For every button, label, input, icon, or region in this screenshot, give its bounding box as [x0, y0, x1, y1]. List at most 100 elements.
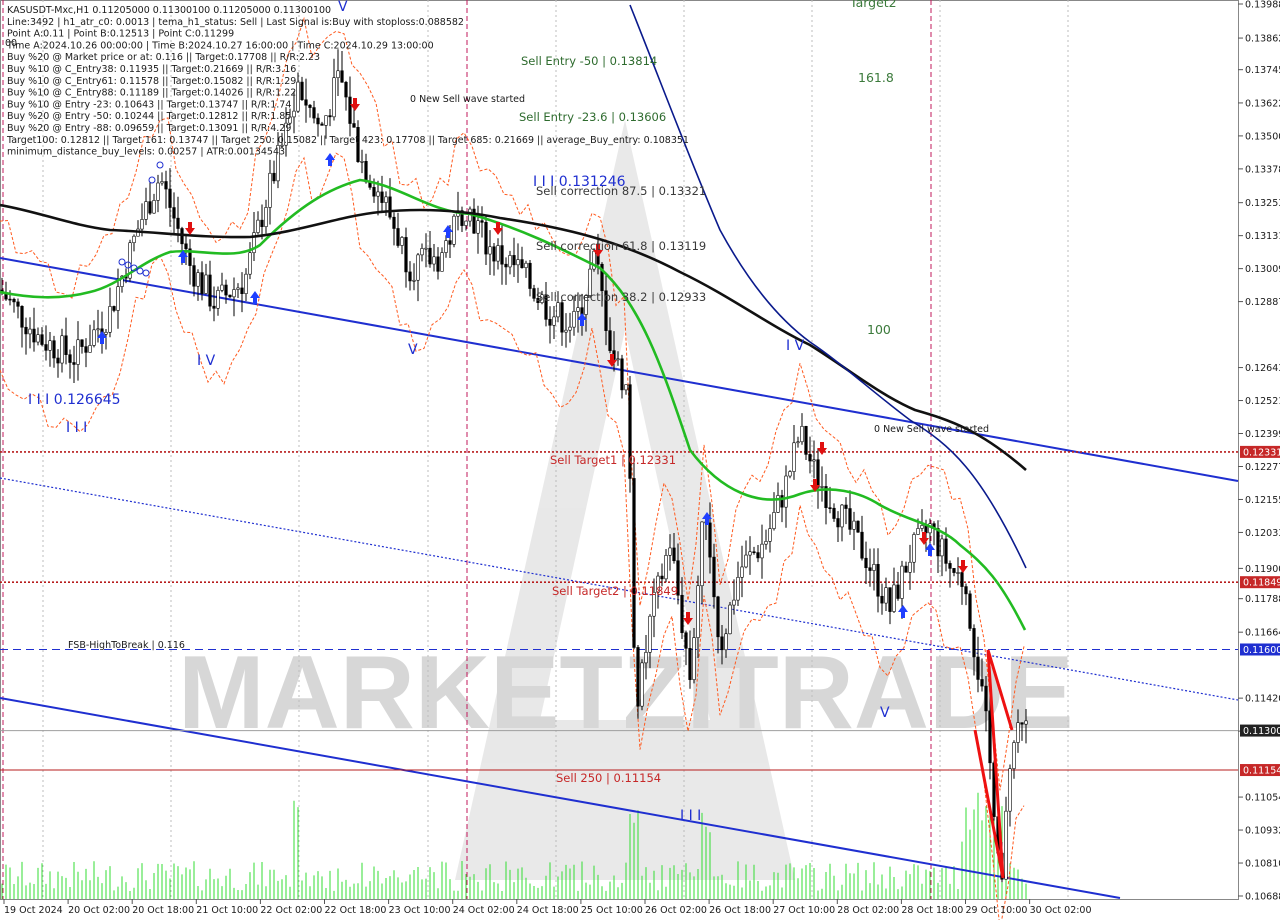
candle-body	[576, 307, 580, 312]
candle-body	[48, 340, 52, 351]
sell-target2-label: Sell Target2 | 0.11849	[552, 584, 678, 598]
info-line: Line:3492 | h1_atr_c0: 0.0013 | tema_h1_…	[7, 17, 464, 28]
fib-161-label: 161.8	[858, 70, 894, 85]
price-tick-label: 0.13009	[1245, 264, 1280, 275]
candle-body	[516, 259, 520, 266]
candle-body	[616, 358, 620, 361]
candle-body	[724, 633, 728, 651]
wave-iii-small-label: I I I	[66, 420, 87, 436]
time-tick-label: 26 Oct 18:00	[709, 905, 771, 916]
candle-body	[372, 187, 376, 197]
candle-body	[228, 294, 232, 298]
candle-body	[744, 554, 748, 568]
candle-body	[484, 222, 488, 255]
candle-body	[180, 228, 184, 245]
candle-body	[672, 547, 676, 562]
price-tick-label: 0.13131	[1245, 231, 1280, 242]
candle-body	[384, 196, 388, 203]
price-tick-label: 0.13500	[1245, 131, 1280, 142]
candle-body	[568, 326, 572, 331]
candle-body	[960, 572, 964, 587]
candle-body	[768, 528, 772, 542]
candle-body	[332, 77, 336, 118]
candle-body	[640, 662, 644, 707]
info-line: Buy %10 @ C_Entry61: 0.11578 || Target:0…	[7, 76, 296, 87]
candle-body	[236, 287, 240, 290]
candle-body	[444, 240, 448, 253]
candle-body	[336, 70, 340, 79]
info-line: minimum_distance_buy_levels: 0.00257 | A…	[7, 147, 285, 158]
candle-body	[512, 255, 516, 266]
candle-body	[900, 565, 904, 599]
candle-body	[320, 123, 324, 126]
candle-body	[272, 172, 276, 182]
candle-body	[56, 357, 60, 364]
candle-body	[548, 319, 552, 326]
candle-body	[1008, 768, 1012, 812]
new-sell-wave-label-1: 0 New Sell wave started	[410, 94, 525, 105]
candle-body	[76, 339, 80, 365]
candle-body	[816, 459, 820, 488]
candle-body	[204, 274, 208, 294]
candle-body	[684, 632, 688, 649]
candle-body	[524, 262, 528, 269]
candle-body	[864, 557, 868, 569]
candle-body	[96, 328, 100, 331]
time-tick-label: 21 Oct 10:00	[196, 905, 258, 916]
candle-body	[40, 334, 44, 345]
candle-body	[860, 531, 864, 559]
candle-body	[1024, 720, 1028, 725]
candle-body	[316, 117, 320, 125]
candle-body	[720, 636, 724, 651]
time-tick-label: 28 Oct 02:00	[837, 905, 899, 916]
candle-body	[968, 593, 972, 629]
price-tick-label: 0.11788	[1245, 594, 1280, 605]
candle-body	[800, 425, 804, 443]
candle-body	[820, 486, 824, 488]
candle-body	[732, 599, 736, 606]
wave-v-label-1: V	[408, 342, 418, 358]
new-sell-wave-label-2: 0 New Sell wave started	[874, 424, 989, 435]
sell-entry-50-label: Sell Entry -50 | 0.13814	[521, 54, 657, 68]
candle-body	[348, 96, 352, 124]
candle-body	[972, 628, 976, 658]
price-tick-label: 0.12643	[1245, 363, 1280, 374]
price-tick-label: 0.13988	[1245, 0, 1280, 11]
candle-body	[872, 564, 876, 571]
candle-body	[804, 425, 808, 455]
candle-body	[572, 311, 576, 328]
price-axis[interactable]: 0.13988 0.13862 0.13745 0.13622 0.13500 0.133…	[1238, 0, 1280, 903]
wave-iii-low-label: I I I 0.126645	[28, 392, 121, 408]
candle-body	[168, 188, 172, 208]
info-line: Point A:0.11 | Point B:0.12513 | Point C…	[7, 29, 234, 40]
candle-body	[396, 228, 400, 246]
sell-correction-618-label: Sell correction 61.8 | 0.13119	[536, 239, 706, 253]
candle-body	[392, 216, 396, 229]
candle-body	[884, 587, 888, 604]
candle-body	[728, 604, 732, 635]
candle-body	[412, 279, 416, 282]
candle-body	[556, 302, 560, 318]
price-tick-label: 0.13378	[1245, 164, 1280, 175]
candle-body	[668, 547, 672, 556]
price-tick-label: 0.13745	[1245, 65, 1280, 76]
candle-body	[1012, 742, 1016, 769]
candle-body	[260, 219, 264, 228]
candle-body	[68, 354, 72, 363]
price-chart[interactable]: MARKETZITRADE KASUSDT-Mxc,H1 0.11205000 …	[0, 0, 1280, 920]
candle-body	[680, 594, 684, 634]
time-tick-label: 26 Oct 02:00	[645, 905, 707, 916]
time-tick-label: 24 Oct 18:00	[517, 905, 579, 916]
candle-body	[72, 362, 76, 365]
candle-body	[436, 256, 440, 272]
candle-body	[492, 246, 496, 262]
candle-body	[424, 247, 428, 250]
candle-body	[964, 586, 968, 595]
candle-body	[340, 70, 344, 83]
candle-body	[760, 543, 764, 559]
candle-body	[504, 263, 508, 268]
time-tick-label: 22 Oct 02:00	[260, 905, 322, 916]
candle-body	[812, 459, 816, 462]
price-tick-label: 0.11664	[1245, 628, 1280, 639]
candle-body	[176, 217, 180, 229]
